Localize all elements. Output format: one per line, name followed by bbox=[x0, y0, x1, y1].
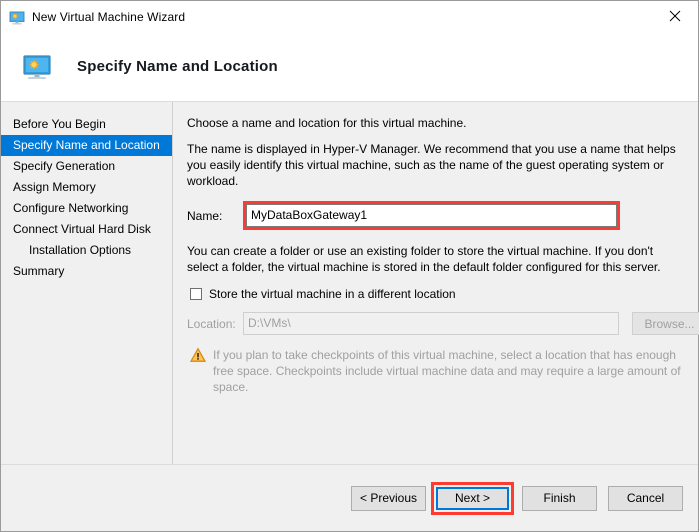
title-bar: New Virtual Machine Wizard bbox=[1, 1, 698, 32]
name-label: Name: bbox=[187, 208, 223, 223]
wizard-step-list: Before You Begin Specify Name and Locati… bbox=[1, 102, 173, 464]
virtual-machine-icon bbox=[21, 51, 53, 83]
browse-button[interactable]: Browse... bbox=[632, 312, 699, 335]
location-input[interactable] bbox=[243, 312, 619, 335]
sidebar-item-installation-options[interactable]: Installation Options bbox=[1, 240, 172, 261]
name-input[interactable] bbox=[246, 204, 617, 227]
folder-description-text: You can create a folder or use an existi… bbox=[187, 244, 661, 274]
wizard-footer: < Previous Next > Finish Cancel bbox=[1, 464, 698, 531]
warning-triangle-icon bbox=[189, 347, 207, 363]
sidebar-item-connect-virtual-hard-disk[interactable]: Connect Virtual Hard Disk bbox=[1, 219, 172, 240]
next-button[interactable]: Next > bbox=[436, 486, 509, 510]
location-label: Location: bbox=[187, 316, 236, 331]
next-button-highlight: Next > bbox=[431, 481, 514, 515]
page-header: Specify Name and Location bbox=[1, 32, 698, 102]
new-virtual-machine-wizard-window: New Virtual Machine Wizard Specify Name … bbox=[0, 0, 699, 532]
sidebar-item-specify-generation[interactable]: Specify Generation bbox=[1, 156, 172, 177]
page-title: Specify Name and Location bbox=[77, 58, 278, 75]
close-button[interactable] bbox=[652, 1, 698, 31]
intro-text: Choose a name and location for this virt… bbox=[187, 116, 467, 130]
name-field-row: Name: bbox=[187, 201, 699, 230]
wizard-body: Before You Begin Specify Name and Locati… bbox=[1, 102, 699, 464]
name-field-highlight bbox=[243, 201, 620, 230]
previous-button[interactable]: < Previous bbox=[351, 485, 426, 511]
checkpoint-warning-text: If you plan to take checkpoints of this … bbox=[213, 348, 681, 394]
store-in-different-location-checkbox[interactable] bbox=[190, 288, 202, 300]
wizard-content-panel: Choose a name and location for this virt… bbox=[173, 102, 699, 464]
sidebar-item-assign-memory[interactable]: Assign Memory bbox=[1, 177, 172, 198]
sidebar-item-configure-networking[interactable]: Configure Networking bbox=[1, 198, 172, 219]
virtual-machine-icon bbox=[9, 10, 25, 26]
checkpoint-warning: If you plan to take checkpoints of this … bbox=[189, 347, 699, 395]
sidebar-item-before-you-begin[interactable]: Before You Begin bbox=[1, 114, 172, 135]
store-in-different-location-row[interactable]: Store the virtual machine in a different… bbox=[190, 287, 699, 301]
finish-button[interactable]: Finish bbox=[522, 485, 597, 511]
sidebar-item-summary[interactable]: Summary bbox=[1, 261, 172, 282]
window-title: New Virtual Machine Wizard bbox=[32, 9, 186, 24]
location-field-row: Location: Browse... bbox=[187, 312, 699, 335]
description-text: The name is displayed in Hyper-V Manager… bbox=[187, 142, 676, 188]
store-in-different-location-label: Store the virtual machine in a different… bbox=[209, 287, 456, 301]
sidebar-item-specify-name-and-location[interactable]: Specify Name and Location bbox=[1, 135, 172, 156]
cancel-button[interactable]: Cancel bbox=[608, 485, 683, 511]
